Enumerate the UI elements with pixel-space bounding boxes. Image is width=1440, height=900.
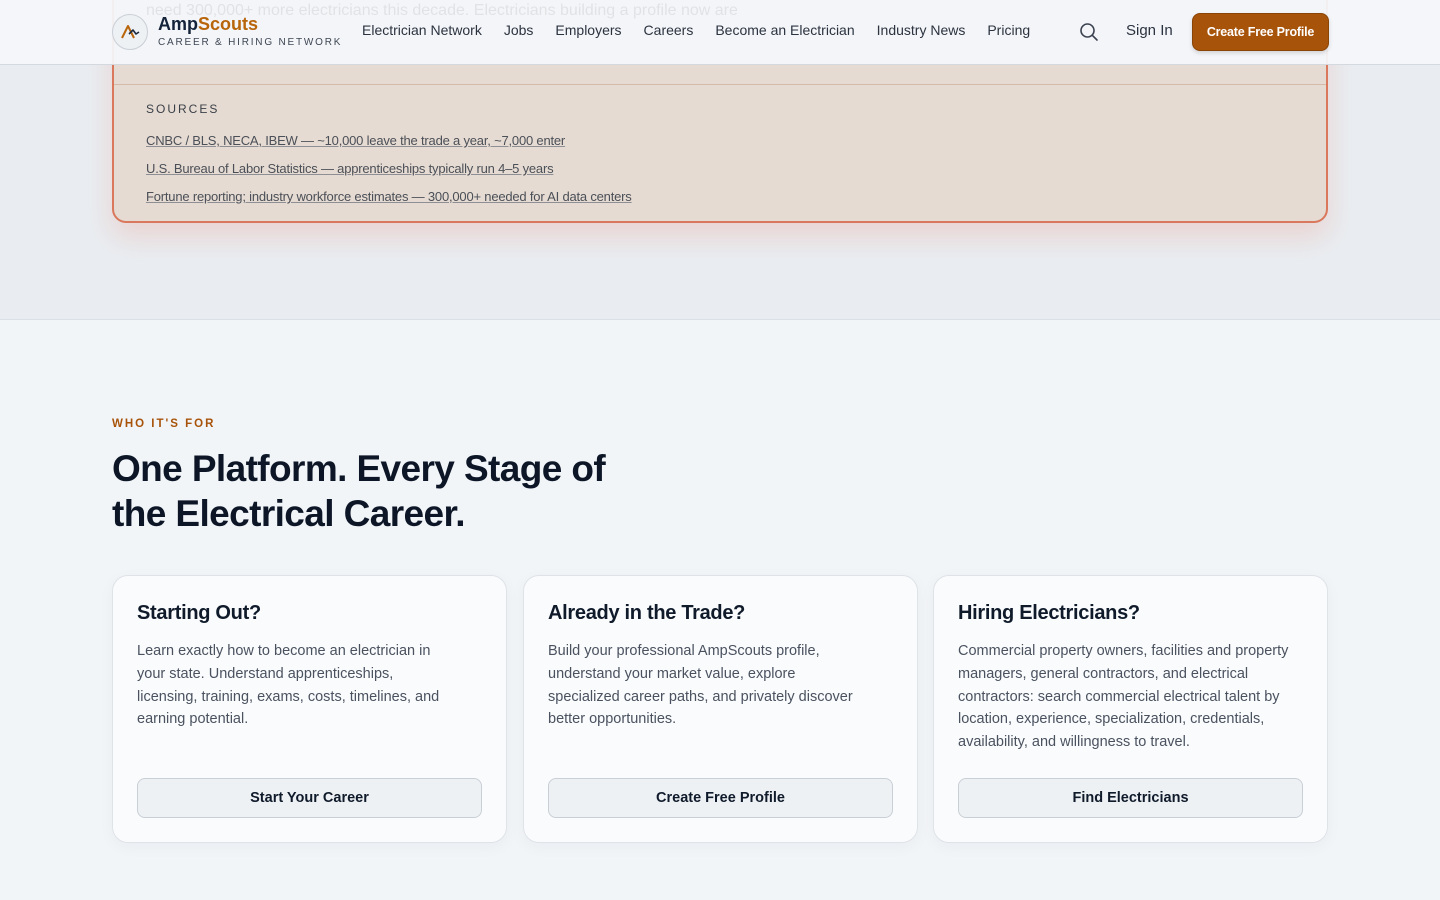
search-button[interactable] (1078, 21, 1100, 43)
create-free-profile-button[interactable]: Create Free Profile (1192, 13, 1329, 51)
card-body: Build your professional AmpScouts profil… (548, 643, 853, 728)
sources-divider (114, 84, 1326, 85)
sign-in-link[interactable]: Sign In (1126, 22, 1173, 39)
nav-item-jobs[interactable]: Jobs (504, 22, 534, 38)
card-body: Commercial property owners, facilities a… (958, 643, 1289, 751)
section-title: One Platform. Every Stage of the Electri… (112, 448, 606, 534)
audience-card-in-the-trade: Already in the Trade? Build your profess… (523, 575, 918, 843)
nav-item-become-an-electrician[interactable]: Become an Electrician (715, 22, 854, 38)
nav-item-pricing[interactable]: Pricing (987, 22, 1030, 38)
nav-item-careers[interactable]: Careers (644, 22, 694, 38)
audience-card-starting-out: Starting Out? Learn exactly how to becom… (112, 575, 507, 843)
card-title: Starting Out? (137, 602, 261, 624)
card-body: Learn exactly how to become an electrici… (137, 643, 440, 728)
logo-mark-icon (121, 25, 140, 39)
brand-subtitle: CAREER & HIRING NETWORK (158, 37, 343, 48)
nav-item-electrician-network[interactable]: Electrician Network (362, 22, 482, 38)
nav-item-industry-news[interactable]: Industry News (877, 22, 966, 38)
audience-card-hiring: Hiring Electricians? Commercial property… (933, 575, 1328, 843)
site-header: need 300,000+ more electricians this dec… (0, 0, 1440, 65)
brand-name-accent: Scouts (198, 14, 259, 34)
source-link-cnbc[interactable]: CNBC / BLS, NECA, IBEW — ~10,000 leave t… (146, 133, 565, 148)
brand-name-prefix: Amp (158, 14, 198, 34)
find-electricians-button[interactable]: Find Electricians (958, 778, 1303, 818)
brand-name[interactable]: AmpScouts (158, 14, 258, 35)
create-free-profile-card-button[interactable]: Create Free Profile (548, 778, 893, 818)
card-title: Hiring Electricians? (958, 602, 1140, 624)
sources-title: SOURCES (146, 102, 220, 116)
section-eyebrow: WHO IT'S FOR (112, 418, 216, 430)
nav-item-employers[interactable]: Employers (555, 22, 621, 38)
search-icon (1080, 23, 1098, 41)
logo[interactable] (112, 14, 148, 50)
source-link-fortune[interactable]: Fortune reporting; industry workforce es… (146, 189, 632, 204)
main-nav: Electrician Network Jobs Employers Caree… (362, 22, 1030, 38)
source-link-bls[interactable]: U.S. Bureau of Labor Statistics — appren… (146, 161, 554, 176)
card-title: Already in the Trade? (548, 602, 746, 624)
start-your-career-button[interactable]: Start Your Career (137, 778, 482, 818)
